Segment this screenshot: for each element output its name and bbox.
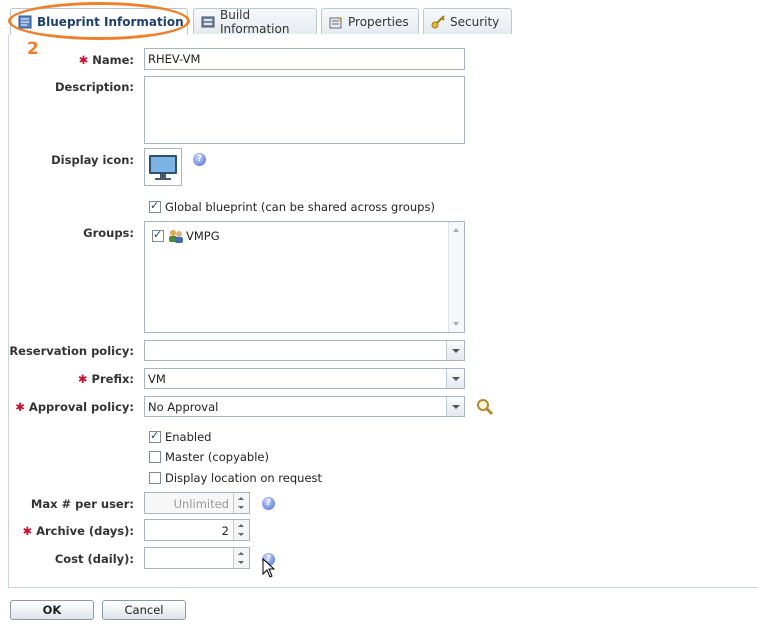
prefix-select[interactable]: VM <box>144 368 465 389</box>
group-item-label: VMPG <box>186 229 220 243</box>
cancel-button[interactable]: Cancel <box>102 600 186 620</box>
display-location-checkbox[interactable]: Display location on request <box>149 471 322 485</box>
group-icon <box>169 230 183 243</box>
checkbox-box[interactable] <box>149 199 161 213</box>
help-icon[interactable]: ? <box>193 153 206 166</box>
prefix-label: ✱ Prefix: <box>77 372 134 386</box>
description-label: Description: <box>55 80 134 94</box>
tab-label: Properties <box>348 14 409 29</box>
stepper-buttons[interactable] <box>233 548 249 568</box>
archive-days-label: ✱ Archive (days): <box>22 524 134 538</box>
group-item-vmpg[interactable]: VMPG <box>152 228 220 243</box>
build-icon <box>201 15 215 29</box>
max-per-user-stepper[interactable]: Unlimited <box>144 492 250 514</box>
stepper-buttons[interactable] <box>233 520 249 540</box>
enabled-label: Enabled <box>165 430 212 444</box>
display-location-label: Display location on request <box>165 471 323 485</box>
reservation-policy-label: Reservation policy: <box>9 344 134 358</box>
key-icon <box>431 14 445 29</box>
tab-label: Build Information <box>220 7 290 36</box>
tab-security[interactable]: Security <box>423 8 512 34</box>
enabled-checkbox[interactable]: Enabled <box>149 429 212 444</box>
master-label: Master (copyable) <box>165 450 269 464</box>
checkbox-box[interactable] <box>152 228 164 242</box>
max-per-user-label: Max # per user: <box>30 497 134 511</box>
archive-days-stepper[interactable]: 2 <box>144 519 250 541</box>
required-marker: ✱ <box>22 524 33 538</box>
name-label: ✱ Name: <box>78 53 134 67</box>
tab-build-information[interactable]: Build Information <box>193 7 317 36</box>
cost-daily-label: Cost (daily): <box>54 552 134 566</box>
global-blueprint-label: Global blueprint (can be shared across g… <box>165 200 435 214</box>
annotation-ellipse <box>8 2 190 40</box>
display-icon-picker[interactable] <box>144 148 182 186</box>
magnifier-icon[interactable] <box>476 398 494 416</box>
groups-scrollbar[interactable] <box>448 222 464 332</box>
approval-policy-label: ✱ Approval policy: <box>15 400 134 414</box>
checkbox-box[interactable] <box>149 451 161 463</box>
display-icon-label: Display icon: <box>51 153 134 167</box>
properties-icon <box>329 15 343 29</box>
cursor-icon <box>262 558 276 578</box>
chevron-down-icon[interactable] <box>446 341 464 360</box>
required-marker: ✱ <box>78 53 89 67</box>
groups-label: Groups: <box>83 226 134 240</box>
tab-label: Security <box>450 14 500 29</box>
approval-policy-select[interactable]: No Approval <box>144 396 465 417</box>
cost-daily-stepper[interactable] <box>144 547 250 569</box>
tab-properties[interactable]: Properties <box>321 8 419 34</box>
required-marker: ✱ <box>15 400 25 414</box>
help-icon[interactable]: ? <box>262 497 275 510</box>
monitor-icon <box>149 155 177 180</box>
checkbox-box[interactable] <box>149 429 161 443</box>
checkbox-box[interactable] <box>149 472 161 484</box>
annotation-number: 2 <box>27 39 39 59</box>
stepper-buttons[interactable] <box>233 493 249 513</box>
global-blueprint-checkbox[interactable]: Global blueprint (can be shared across g… <box>149 199 435 214</box>
groups-list[interactable]: VMPG <box>144 221 465 333</box>
master-checkbox[interactable]: Master (copyable) <box>149 450 269 464</box>
reservation-policy-select[interactable] <box>144 340 465 361</box>
ok-button[interactable]: OK <box>10 600 94 620</box>
chevron-down-icon[interactable] <box>446 369 464 388</box>
name-field[interactable]: RHEV-VM <box>144 48 465 70</box>
description-field[interactable] <box>144 76 465 144</box>
chevron-down-icon[interactable] <box>446 397 464 416</box>
required-marker: ✱ <box>77 372 88 386</box>
